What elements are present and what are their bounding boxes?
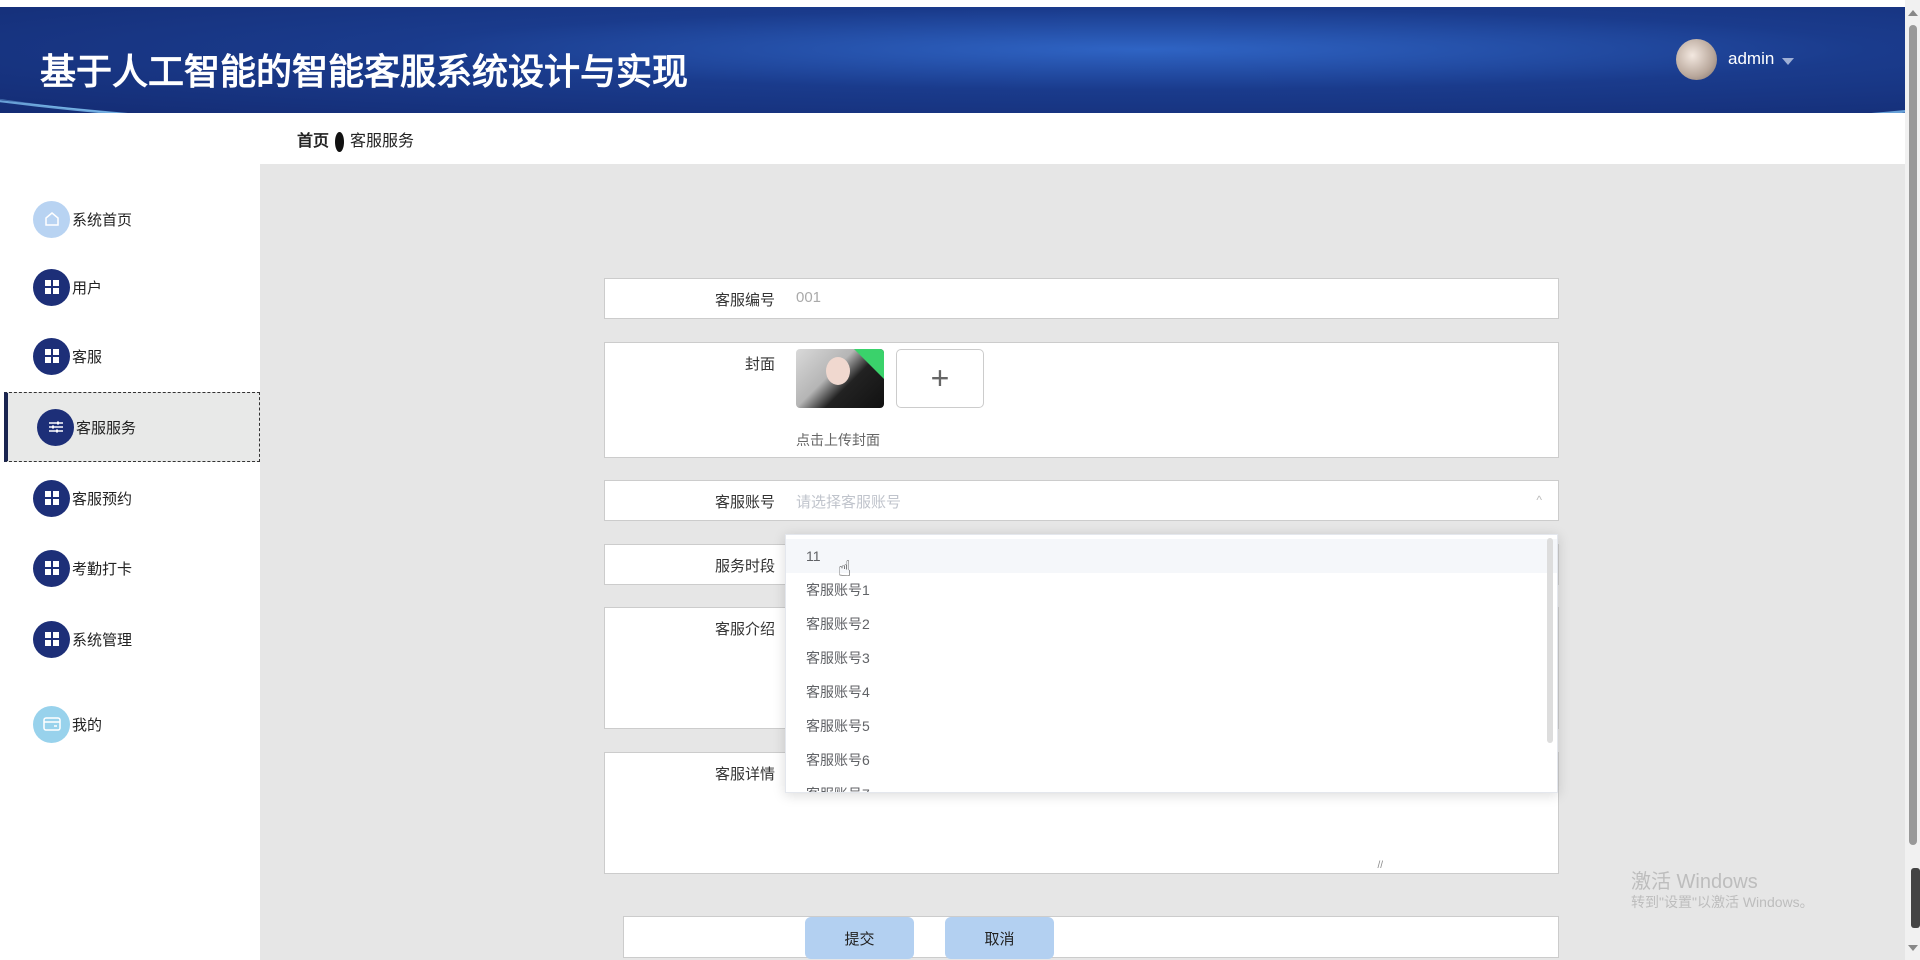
sidebar-item-mine[interactable]: 我的 xyxy=(4,689,260,759)
caret-down-icon[interactable] xyxy=(1782,58,1794,65)
sidebar-item-booking[interactable]: 客服预约 xyxy=(4,463,260,533)
sidebar-item-label: 系统管理 xyxy=(72,631,133,649)
sidebar-item-system[interactable]: 系统管理 xyxy=(4,604,260,674)
account-select[interactable]: 请选择客服账号 xyxy=(796,491,901,512)
submit-button[interactable]: 提交 xyxy=(805,917,914,959)
dropdown-option[interactable]: 11 xyxy=(786,539,1557,573)
account-dropdown: 11 客服账号1 客服账号2 客服账号3 客服账号4 客服账号5 客服账号6 客… xyxy=(785,534,1558,793)
sidebar-item-label: 客服预约 xyxy=(72,490,133,508)
sidebar-item-label: 我的 xyxy=(72,716,103,734)
grid-icon xyxy=(33,479,70,517)
field-label: 客服编号 xyxy=(714,292,775,309)
resize-handle-icon[interactable]: // xyxy=(1377,860,1383,871)
dropdown-option[interactable]: 客服账号7 xyxy=(786,777,1557,792)
page-scrollbar[interactable] xyxy=(1905,0,1920,960)
breadcrumb: 首页 客服服务 xyxy=(297,127,414,152)
scroll-down-icon[interactable] xyxy=(1908,945,1918,951)
card-icon xyxy=(33,705,70,743)
sliders-icon xyxy=(37,408,74,446)
form-row-code: 客服编号 001 xyxy=(604,278,1559,319)
dropdown-option[interactable]: 客服账号2 xyxy=(786,607,1557,641)
form-row-cover: 封面 + 点击上传封面 xyxy=(604,342,1559,458)
cancel-button[interactable]: 取消 xyxy=(945,917,1054,959)
field-label: 客服详情 xyxy=(714,766,775,783)
upload-hint: 点击上传封面 xyxy=(796,432,880,448)
dropdown-option[interactable]: 客服账号6 xyxy=(786,743,1557,777)
code-input[interactable]: 001 xyxy=(796,289,821,306)
breadcrumb-home[interactable]: 首页 xyxy=(297,133,329,150)
field-label: 封面 xyxy=(744,356,775,373)
dropdown-option[interactable]: 客服账号3 xyxy=(786,641,1557,675)
header-banner: 基于人工智能的智能客服系统设计与实现 admin xyxy=(0,7,1905,113)
volume-meter-icon xyxy=(1911,868,1920,928)
sidebar-item-attendance[interactable]: 考勤打卡 xyxy=(4,533,260,603)
sidebar-item-label: 客服 xyxy=(72,348,103,366)
scrollbar-thumb[interactable] xyxy=(1909,25,1917,845)
grid-icon xyxy=(33,549,70,587)
sidebar-item-home[interactable]: 系统首页 xyxy=(4,184,260,254)
upload-plus-button[interactable]: + xyxy=(896,349,984,408)
sidebar-item-agent-service[interactable]: 客服服务 xyxy=(4,392,260,462)
dropdown-option[interactable]: 客服账号4 xyxy=(786,675,1557,709)
user-menu[interactable]: admin xyxy=(1728,49,1774,69)
hand-cursor-icon: ☝ xyxy=(838,556,852,581)
app-title: 基于人工智能的智能客服系统设计与实现 xyxy=(40,51,689,92)
avatar[interactable] xyxy=(1676,39,1717,80)
cover-thumbnail[interactable] xyxy=(796,349,884,408)
dropdown-option[interactable]: 客服账号1 xyxy=(786,573,1557,607)
grid-icon xyxy=(33,337,70,375)
sidebar-item-agents[interactable]: 客服 xyxy=(4,321,260,391)
scroll-up-icon[interactable] xyxy=(1908,10,1918,16)
home-icon xyxy=(33,200,70,238)
sidebar-item-label: 用户 xyxy=(72,279,103,297)
dropdown-option[interactable]: 客服账号5 xyxy=(786,709,1557,743)
sidebar-item-users[interactable]: 用户 xyxy=(4,252,260,322)
breadcrumb-current: 客服服务 xyxy=(350,133,415,150)
grid-icon xyxy=(33,620,70,658)
dropdown-scrollbar[interactable] xyxy=(1547,538,1553,743)
form-row-account[interactable]: 客服账号 请选择客服账号 ^ xyxy=(604,480,1559,521)
field-label: 服务时段 xyxy=(714,558,775,575)
chevron-up-icon[interactable]: ^ xyxy=(1536,493,1542,507)
sidebar-item-label: 系统首页 xyxy=(72,211,133,229)
grid-icon xyxy=(33,268,70,306)
sidebar-item-label: 客服服务 xyxy=(76,419,137,437)
field-label: 客服账号 xyxy=(714,494,775,511)
field-label: 客服介绍 xyxy=(714,621,775,638)
form-actions: 提交 取消 xyxy=(623,916,1559,959)
watermark-title: 激活 Windows xyxy=(1631,871,1758,893)
separator-icon xyxy=(335,131,345,152)
sidebar-item-label: 考勤打卡 xyxy=(72,560,133,578)
watermark-subtitle: 转到"设置"以激活 Windows。 xyxy=(1631,894,1814,910)
